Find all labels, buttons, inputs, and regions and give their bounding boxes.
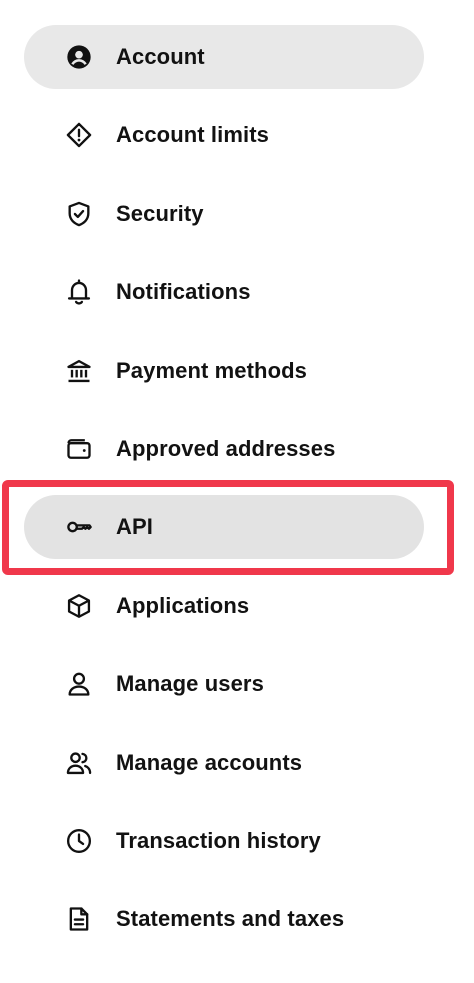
sidebar-item-label: Transaction history xyxy=(116,828,321,853)
sidebar-item-label: Account limits xyxy=(116,122,269,147)
bank-icon xyxy=(64,356,94,386)
sidebar-item-transaction-history[interactable]: Transaction history xyxy=(24,809,424,873)
settings-sidebar: Account Account limits Security Notifica… xyxy=(0,0,474,983)
sidebar-item-label: API xyxy=(116,514,153,539)
sidebar-item-label: Manage accounts xyxy=(116,750,303,775)
sidebar-item-label: Manage users xyxy=(116,671,264,696)
sidebar-item-notifications[interactable]: Notifications xyxy=(24,260,424,324)
sidebar-item-label: Statements and taxes xyxy=(116,906,345,931)
users-icon xyxy=(64,748,94,778)
user-icon xyxy=(64,669,94,699)
key-icon xyxy=(64,512,94,542)
wallet-icon xyxy=(64,434,94,464)
sidebar-item-api[interactable]: API xyxy=(24,495,424,559)
sidebar-item-label: Applications xyxy=(116,593,250,618)
user-circle-icon xyxy=(64,42,94,72)
sidebar-item-statements-and-taxes[interactable]: Statements and taxes xyxy=(24,887,424,951)
sidebar-item-account[interactable]: Account xyxy=(24,25,424,89)
sidebar-item-label: Security xyxy=(116,201,204,226)
clock-icon xyxy=(64,826,94,856)
cube-icon xyxy=(64,591,94,621)
bell-icon xyxy=(64,277,94,307)
document-icon xyxy=(64,904,94,934)
sidebar-item-label: Notifications xyxy=(116,279,251,304)
sidebar-item-label: Payment methods xyxy=(116,358,307,383)
sidebar-item-manage-users[interactable]: Manage users xyxy=(24,652,424,716)
sidebar-item-manage-accounts[interactable]: Manage accounts xyxy=(24,731,424,795)
sidebar-item-account-limits[interactable]: Account limits xyxy=(24,103,424,167)
sidebar-item-label: Account xyxy=(116,44,205,69)
shield-check-icon xyxy=(64,199,94,229)
sidebar-item-security[interactable]: Security xyxy=(24,182,424,246)
sidebar-item-payment-methods[interactable]: Payment methods xyxy=(24,339,424,403)
alert-diamond-icon xyxy=(64,120,94,150)
sidebar-item-label: Approved addresses xyxy=(116,436,336,461)
sidebar-item-approved-addresses[interactable]: Approved addresses xyxy=(24,417,424,481)
sidebar-item-applications[interactable]: Applications xyxy=(24,574,424,638)
